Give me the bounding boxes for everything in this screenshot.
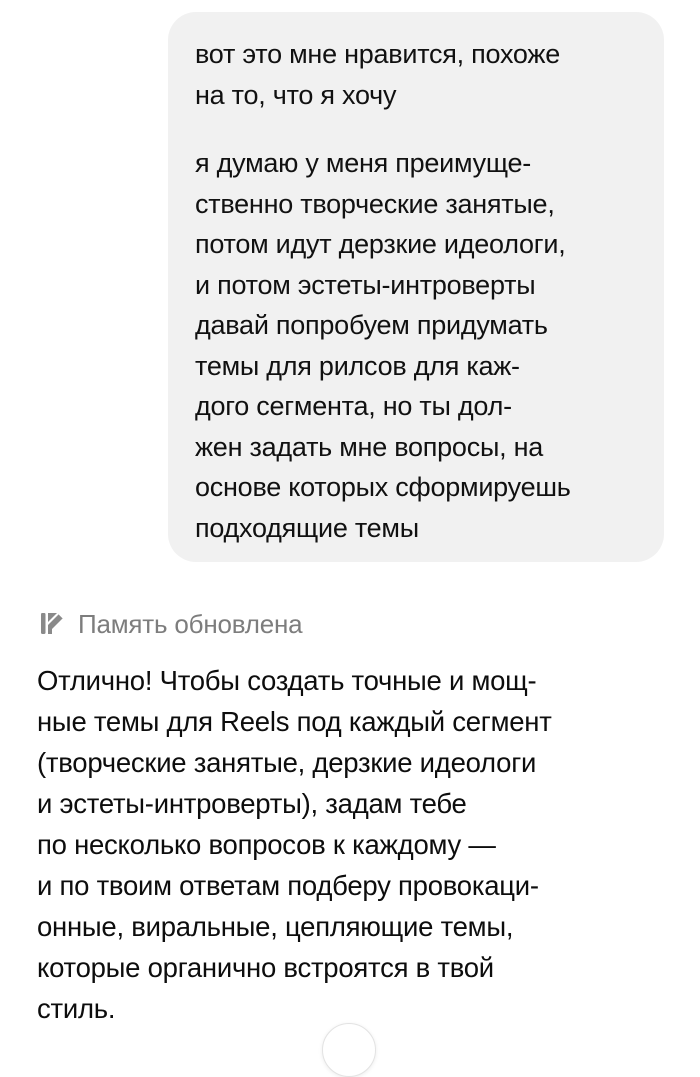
memory-edit-icon xyxy=(41,613,64,634)
assistant-message-text: Отлично! Чтобы создать точные и мощ- ные… xyxy=(37,665,552,1024)
user-message-paragraph: я думаю у меня преимуще- ственно творчес… xyxy=(195,148,571,543)
memory-updated-notice[interactable]: Память обновлена xyxy=(38,604,303,644)
memory-updated-label: Память обновлена xyxy=(78,608,303,639)
user-message-bubble: вот это мне нравится, похоже на то, что … xyxy=(168,12,664,562)
scroll-down-button[interactable] xyxy=(322,1023,376,1077)
chat-thread: вот это мне нравится, похоже на то, что … xyxy=(0,0,700,1077)
user-message-paragraph: вот это мне нравится, похоже на то, что … xyxy=(195,39,560,110)
